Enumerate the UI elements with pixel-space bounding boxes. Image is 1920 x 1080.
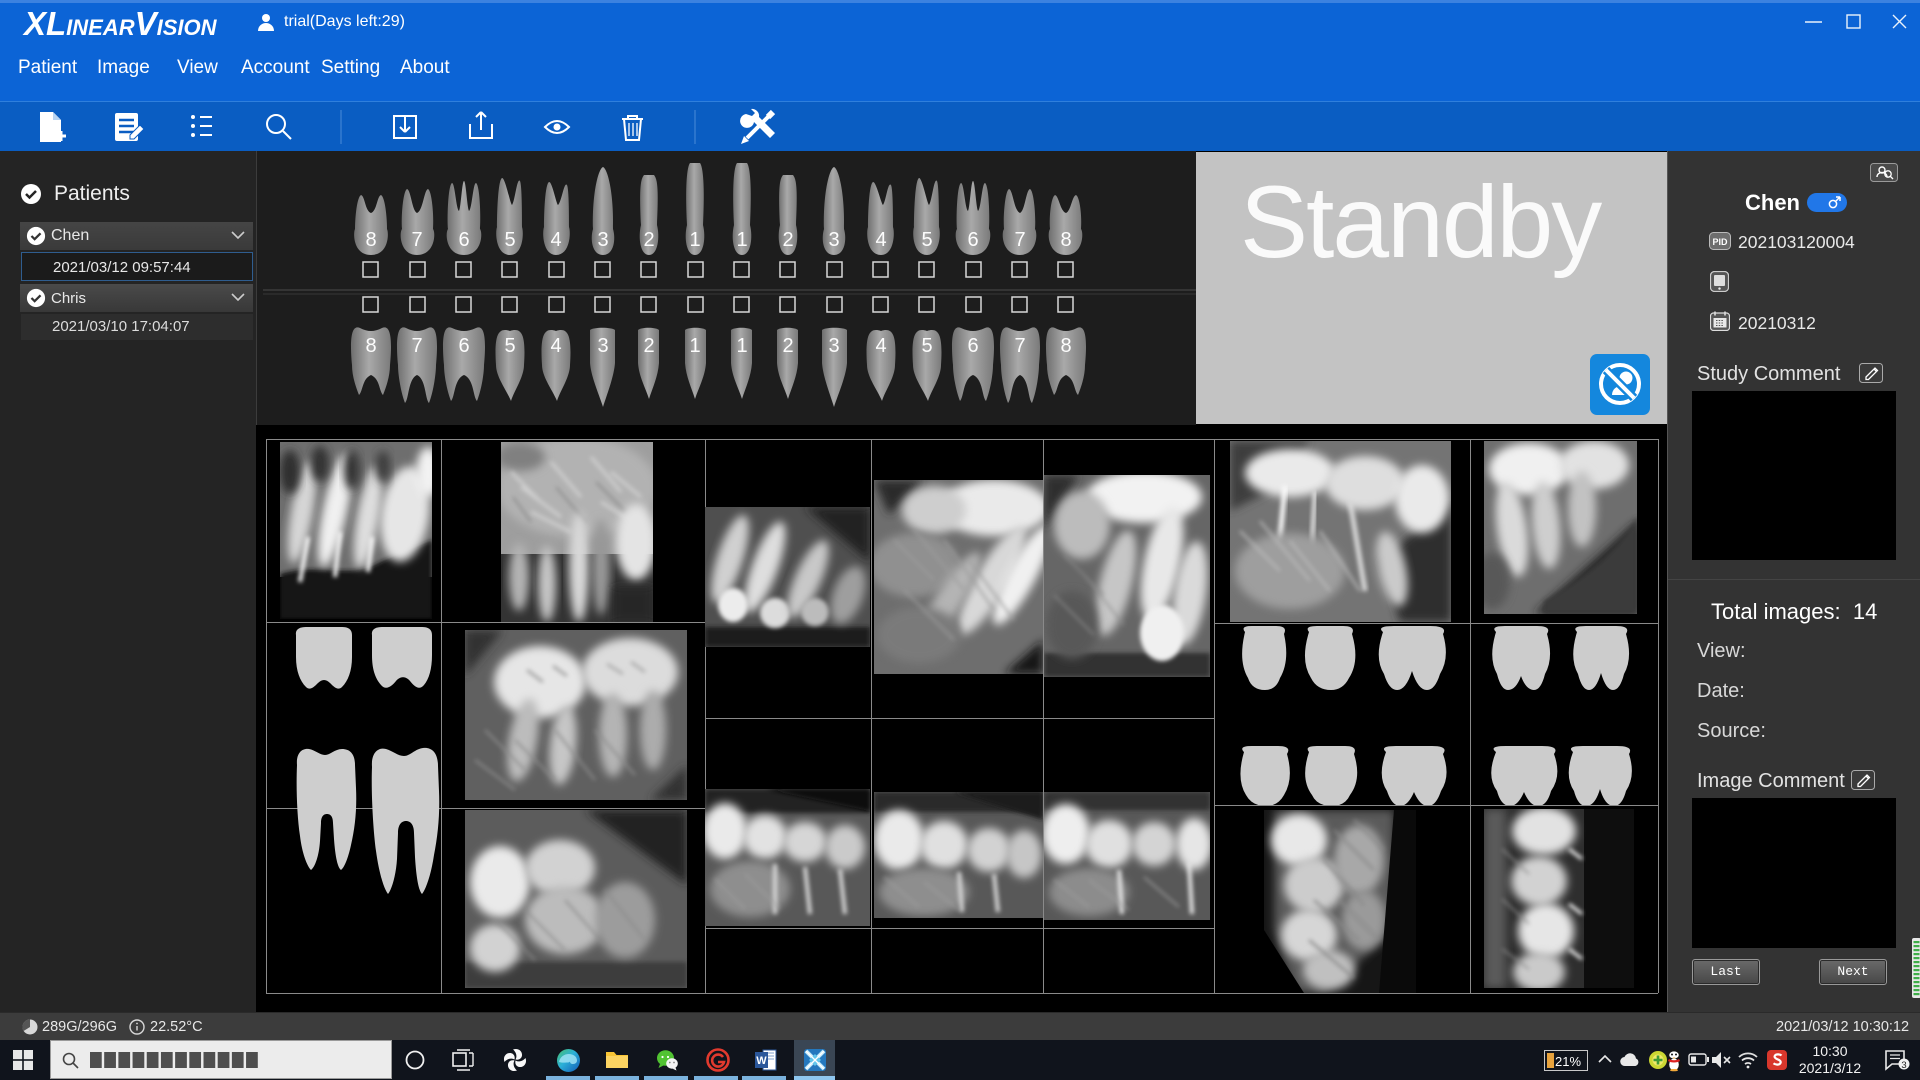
svg-text:5: 5 — [504, 335, 515, 357]
svg-text:8: 8 — [365, 229, 376, 251]
svg-text:2: 2 — [782, 335, 793, 357]
svg-text:6: 6 — [967, 335, 978, 357]
svg-text:6: 6 — [458, 335, 469, 357]
svg-text:3: 3 — [828, 229, 839, 251]
svg-text:3: 3 — [597, 229, 608, 251]
svg-text:2: 2 — [643, 335, 654, 357]
svg-text:4: 4 — [875, 335, 886, 357]
svg-text:5: 5 — [504, 229, 515, 251]
svg-text:8: 8 — [1060, 335, 1071, 357]
svg-text:4: 4 — [875, 229, 886, 251]
svg-text:8: 8 — [1060, 229, 1071, 251]
svg-text:2: 2 — [782, 229, 793, 251]
svg-text:1: 1 — [689, 335, 700, 357]
svg-text:5: 5 — [921, 335, 932, 357]
svg-text:6: 6 — [458, 229, 469, 251]
svg-text:7: 7 — [1014, 229, 1025, 251]
svg-text:W: W — [756, 1055, 767, 1067]
svg-text:1: 1 — [736, 229, 747, 251]
svg-text:2: 2 — [643, 229, 654, 251]
svg-text:4: 4 — [550, 229, 561, 251]
svg-text:PID: PID — [1712, 237, 1728, 247]
svg-text:7: 7 — [411, 335, 422, 357]
svg-text:1: 1 — [736, 335, 747, 357]
svg-text:7: 7 — [411, 229, 422, 251]
svg-text:3: 3 — [597, 335, 608, 357]
svg-text:5: 5 — [921, 229, 932, 251]
svg-text:7: 7 — [1014, 335, 1025, 357]
svg-text:4: 4 — [550, 335, 561, 357]
svg-text:6: 6 — [967, 229, 978, 251]
svg-text:3: 3 — [828, 335, 839, 357]
svg-text:8: 8 — [365, 335, 376, 357]
svg-text:3: 3 — [1901, 1060, 1906, 1071]
svg-text:1: 1 — [689, 229, 700, 251]
